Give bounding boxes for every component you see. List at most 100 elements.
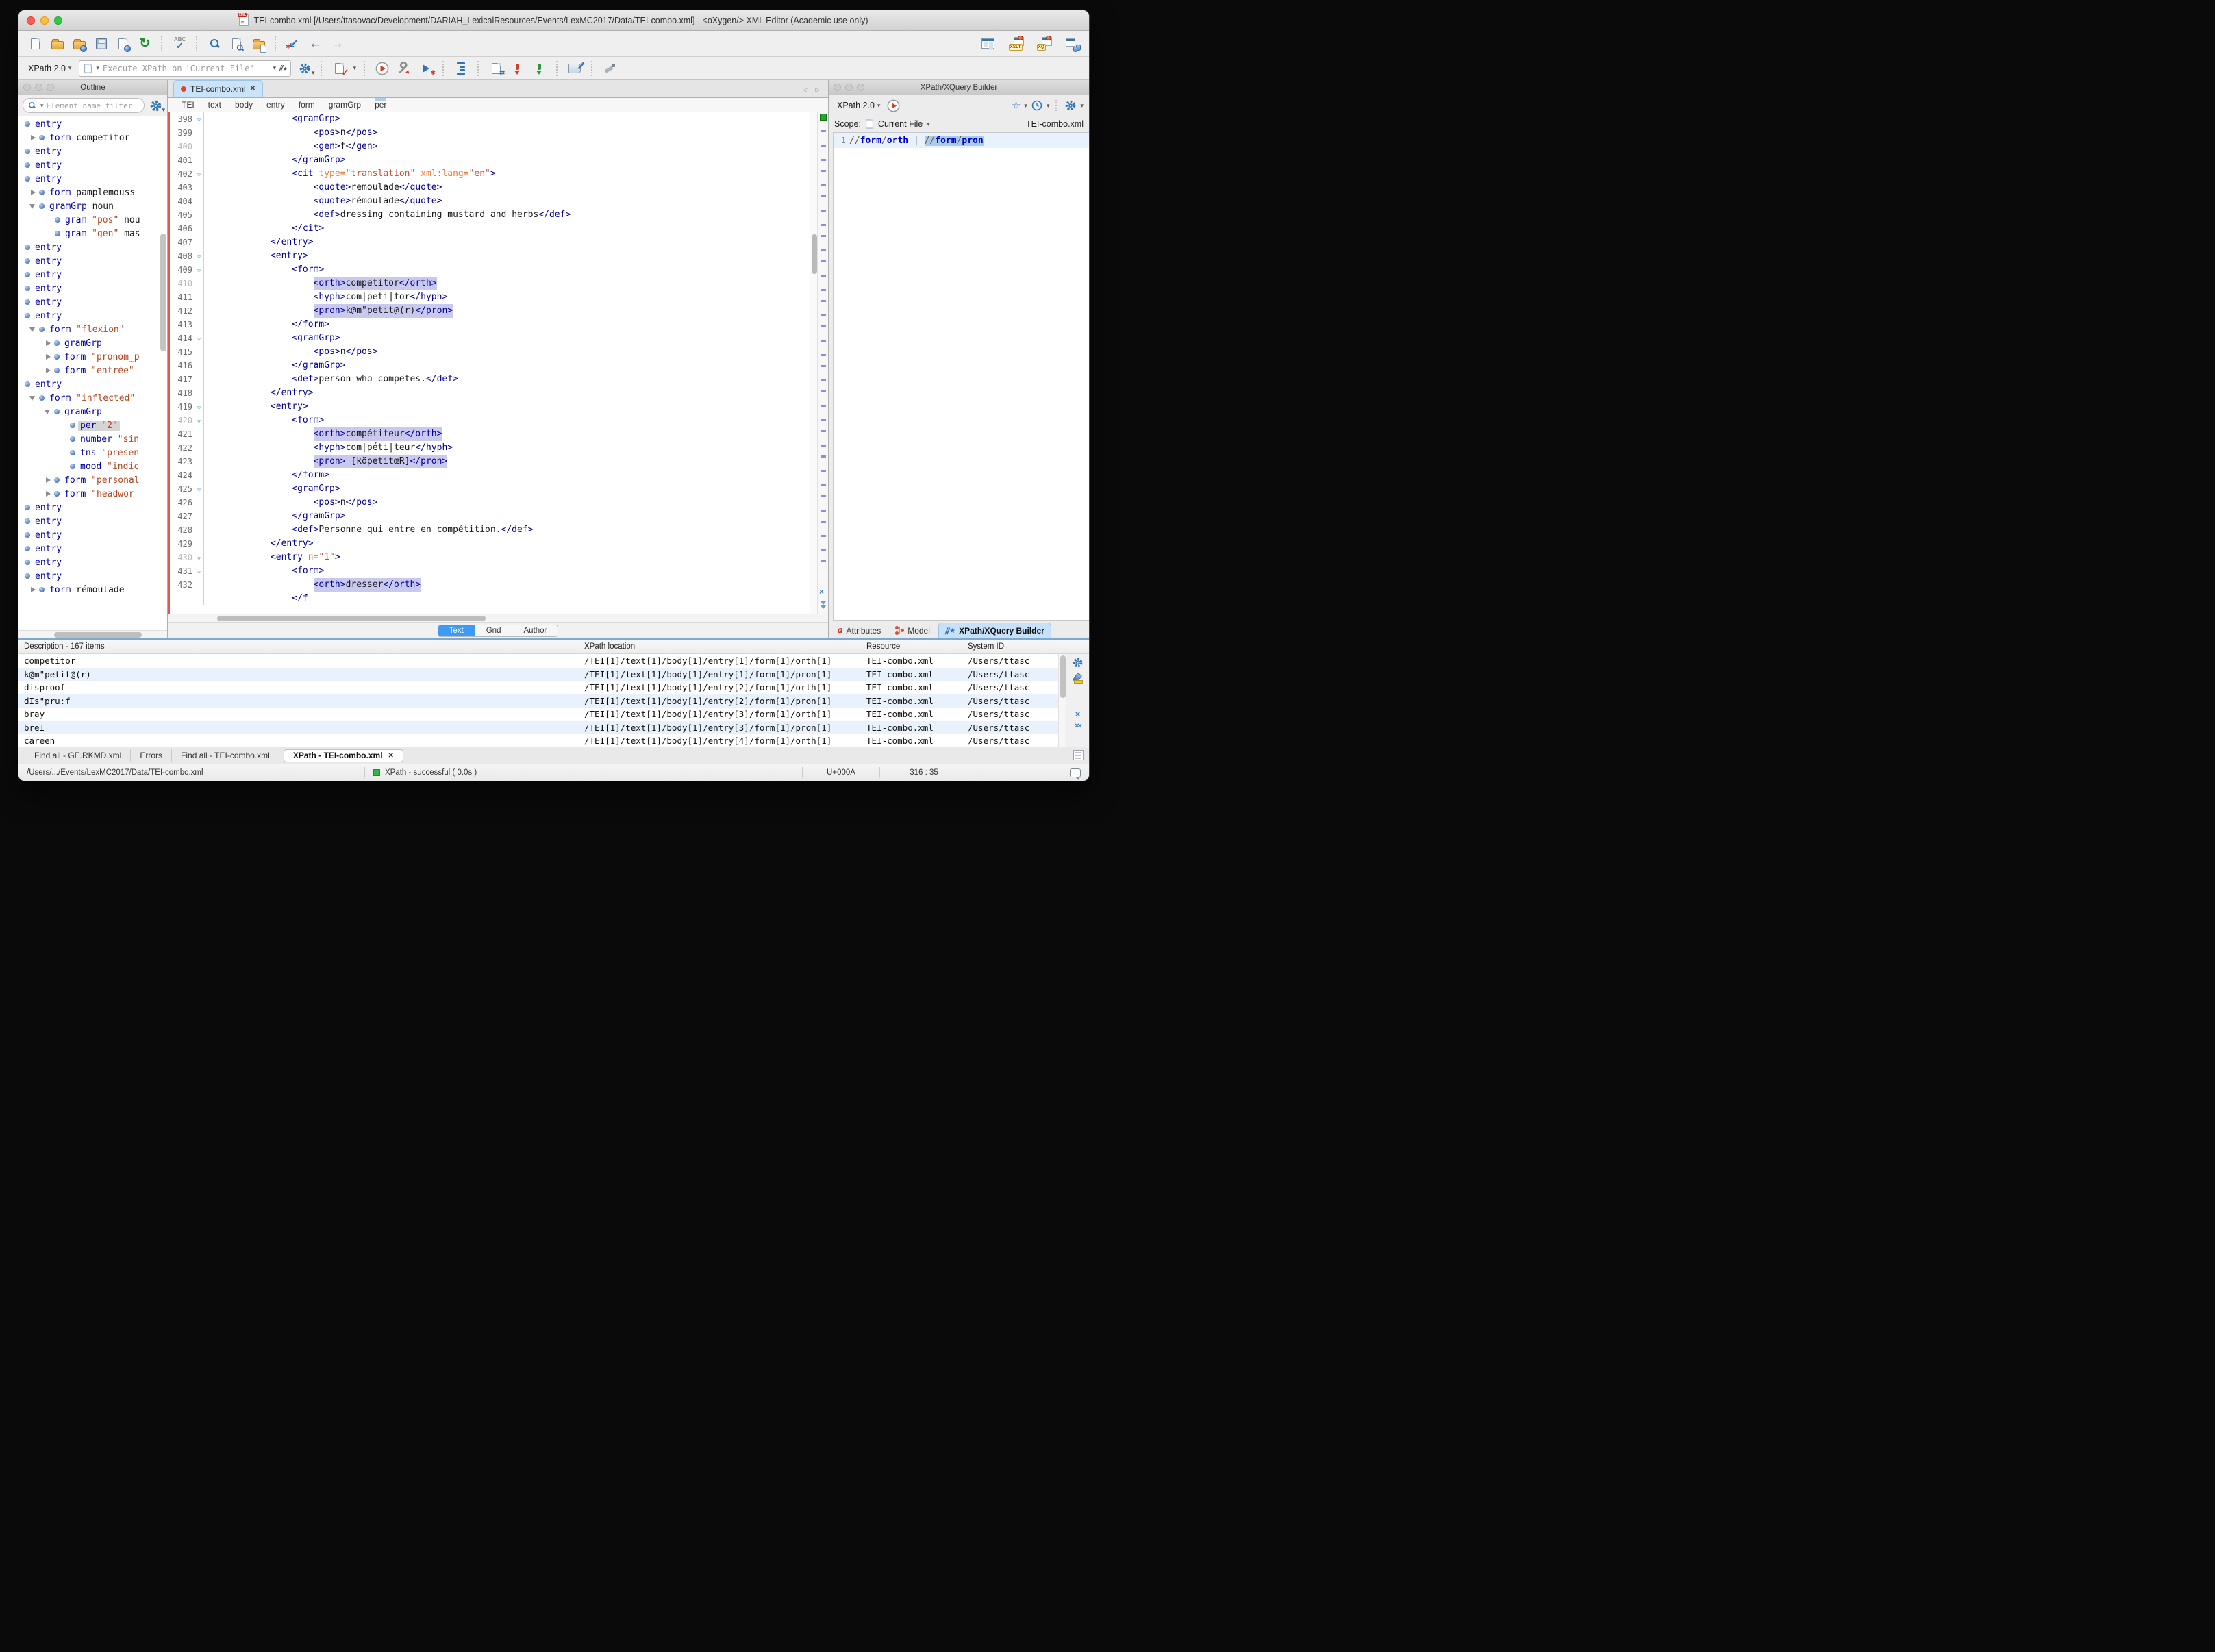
expand-arrow-icon[interactable] bbox=[43, 487, 53, 501]
result-row[interactable]: disproof/TEI[1]/text[1]/body[1]/entry[2]… bbox=[18, 681, 1058, 694]
fold-toggle-icon[interactable]: ▽ bbox=[195, 482, 203, 496]
breadcrumb-item[interactable]: text bbox=[208, 98, 221, 112]
clear-highlights-icon[interactable]: × bbox=[819, 588, 824, 596]
result-row[interactable]: competitor/TEI[1]/text[1]/body[1]/entry[… bbox=[18, 654, 1058, 668]
code-line[interactable]: 425 ▽ <gramGrp> bbox=[170, 482, 810, 496]
tab-scroll-arrows[interactable]: ◁ ▷ bbox=[803, 86, 823, 94]
code-line[interactable]: 418 </entry> bbox=[170, 386, 810, 400]
search-marker-icon[interactable] bbox=[821, 365, 826, 367]
outline-item[interactable]: form pamplemouss bbox=[18, 186, 167, 199]
column-xpath-location[interactable]: XPath location bbox=[579, 642, 861, 651]
outline-item[interactable]: form "headwor bbox=[18, 487, 167, 501]
code-line[interactable]: 408 ▽ <entry> bbox=[170, 249, 810, 263]
result-row[interactable]: bray/TEI[1]/text[1]/body[1]/entry[3]/for… bbox=[18, 708, 1058, 721]
editor-tab[interactable]: TEI-combo.xml ✕ bbox=[173, 80, 264, 97]
results-settings-button[interactable] bbox=[1071, 656, 1085, 668]
bottom-tab[interactable]: Find all - GE.RKMD.xml bbox=[25, 749, 132, 762]
code-line[interactable]: 424 </form> bbox=[170, 468, 810, 482]
close-tab-icon[interactable]: ✕ bbox=[250, 85, 255, 92]
outline-item[interactable]: entry bbox=[18, 295, 167, 309]
code-line[interactable]: 398 ▽ <gramGrp> bbox=[170, 112, 810, 126]
search-marker-icon[interactable] bbox=[821, 484, 826, 486]
outline-item[interactable]: gramGrp bbox=[18, 405, 167, 418]
code-line[interactable]: 404 <quote> rémoulade </quote> bbox=[170, 195, 810, 208]
code-line[interactable]: 403 <quote> remoulade </quote> bbox=[170, 181, 810, 195]
code-line[interactable]: 426 <pos> n </pos> bbox=[170, 496, 810, 510]
find-replace-button[interactable] bbox=[206, 35, 223, 52]
outline-item[interactable]: gramGrp noun bbox=[18, 199, 167, 213]
search-marker-icon[interactable] bbox=[821, 314, 826, 316]
search-marker-icon[interactable] bbox=[821, 430, 826, 432]
collapse-arrow-icon[interactable] bbox=[28, 199, 38, 213]
result-row[interactable]: dIs"pru:f/TEI[1]/text[1]/body[1]/entry[2… bbox=[18, 694, 1058, 708]
code-line[interactable]: 423 <pron> [köpetitœR]</pron> bbox=[170, 455, 810, 468]
xslt-debugger-button[interactable]: XSLT bbox=[1008, 35, 1025, 52]
save-button[interactable] bbox=[92, 35, 110, 52]
outline-item[interactable]: gram "pos" nou bbox=[18, 213, 167, 227]
outline-item[interactable]: entry bbox=[18, 542, 167, 555]
column-system-id[interactable]: System ID bbox=[962, 642, 1089, 651]
outline-item[interactable]: entry bbox=[18, 281, 167, 295]
pin-down-green-button[interactable] bbox=[531, 60, 549, 77]
outline-horizontal-scrollbar[interactable] bbox=[18, 630, 167, 638]
search-marker-icon[interactable] bbox=[821, 210, 826, 212]
search-marker-icon[interactable] bbox=[821, 224, 826, 226]
outline-item[interactable]: gramGrp bbox=[18, 336, 167, 350]
forward-button[interactable]: → bbox=[329, 35, 346, 52]
outline-item[interactable]: number "sin bbox=[18, 432, 167, 446]
search-marker-icon[interactable] bbox=[821, 195, 826, 197]
close-window-button[interactable] bbox=[27, 16, 35, 25]
expand-arrow-icon[interactable] bbox=[43, 336, 53, 350]
open-url-button[interactable] bbox=[71, 35, 88, 52]
reload-button[interactable]: ↻ bbox=[136, 35, 153, 52]
xquery-debugger-button[interactable]: XQ bbox=[1036, 35, 1053, 52]
fold-toggle-icon[interactable]: ▽ bbox=[195, 263, 203, 277]
fold-toggle-icon[interactable]: ▽ bbox=[195, 400, 203, 414]
code-line[interactable]: 410 <orth>competitor</orth> bbox=[170, 277, 810, 290]
search-marker-icon[interactable] bbox=[821, 470, 826, 472]
code-line[interactable]: 413 </form> bbox=[170, 318, 810, 331]
search-marker-icon[interactable] bbox=[821, 184, 826, 186]
debug-scenario-button[interactable]: ✱ bbox=[418, 60, 436, 77]
expand-arrow-icon[interactable] bbox=[28, 131, 38, 145]
code-line[interactable]: 409 ▽ <form> bbox=[170, 263, 810, 277]
search-marker-icon[interactable] bbox=[821, 275, 826, 277]
code-line[interactable]: 421 <orth>compétiteur</orth> bbox=[170, 427, 810, 441]
code-line[interactable]: 419 ▽ <entry> bbox=[170, 400, 810, 414]
fold-toggle-icon[interactable]: ▽ bbox=[195, 112, 203, 126]
column-description[interactable]: Description - 167 items bbox=[18, 642, 579, 651]
xpath-favorites-icon[interactable]: //★ bbox=[279, 64, 287, 73]
spell-check-button[interactable]: ABC ✓ bbox=[171, 35, 188, 52]
search-marker-icon[interactable] bbox=[821, 340, 826, 342]
outline-item[interactable]: per "2" bbox=[18, 418, 167, 432]
open-file-button[interactable] bbox=[49, 35, 66, 52]
configure-transformation-button[interactable] bbox=[396, 60, 413, 77]
outline-item[interactable]: form "pronom_p bbox=[18, 350, 167, 364]
code-line[interactable]: </f bbox=[170, 592, 810, 605]
outline-item[interactable]: entry bbox=[18, 555, 167, 569]
outline-item[interactable]: entry bbox=[18, 377, 167, 391]
outline-item[interactable]: entry bbox=[18, 145, 167, 158]
editor-horizontal-scrollbar[interactable] bbox=[168, 614, 828, 622]
search-marker-icon[interactable] bbox=[821, 549, 826, 551]
search-marker-icon[interactable] bbox=[821, 495, 826, 497]
fold-toggle-icon[interactable]: ▽ bbox=[195, 167, 203, 181]
search-marker-icon[interactable] bbox=[821, 170, 826, 172]
search-marker-icon[interactable] bbox=[821, 521, 826, 523]
outline-item[interactable]: form "entrée" bbox=[18, 364, 167, 377]
xpath-expression-combo[interactable]: ▾ Execute XPath on 'Current File' ▾ //★ bbox=[79, 60, 292, 77]
outline-settings-button[interactable]: ▾ bbox=[148, 98, 165, 113]
validate-button[interactable]: ✓ bbox=[331, 60, 349, 77]
xpath-settings-button[interactable]: ▾ bbox=[296, 60, 314, 77]
result-row[interactable]: careen/TEI[1]/text[1]/body[1]/entry[4]/f… bbox=[18, 734, 1058, 747]
search-marker-icon[interactable] bbox=[821, 354, 826, 356]
code-line[interactable]: 430 ▽ <entry n= "1" > bbox=[170, 551, 810, 564]
element-filter-input[interactable]: ▾ Element name filter bbox=[23, 98, 145, 113]
code-line[interactable]: 399 <pos> n </pos> bbox=[170, 126, 810, 140]
search-marker-icon[interactable] bbox=[821, 535, 826, 537]
builder-settings-button[interactable] bbox=[1064, 99, 1077, 112]
code-line[interactable]: 428 <def> Personne qui entre en compétitio… bbox=[170, 523, 810, 537]
search-marker-icon[interactable] bbox=[821, 159, 826, 161]
builder-expression-editor[interactable]: 1 //form/orth | //form/pron bbox=[833, 132, 1089, 621]
search-marker-icon[interactable] bbox=[821, 300, 826, 302]
